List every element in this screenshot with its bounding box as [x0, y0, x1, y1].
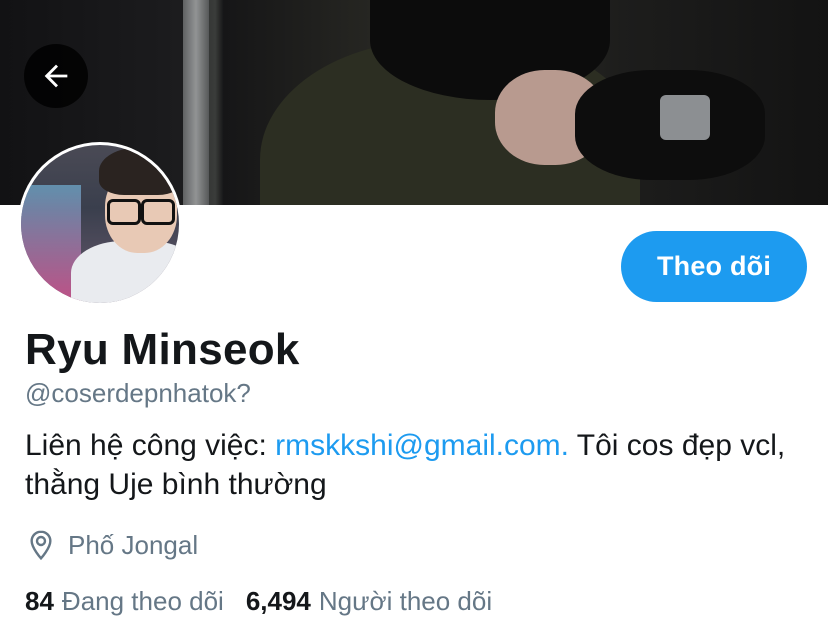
avatar-photo	[21, 145, 179, 303]
banner-pole	[183, 0, 209, 205]
bio-text-prefix: Liên hệ công việc:	[25, 429, 276, 462]
following-count: 84	[25, 586, 54, 616]
arrow-left-icon	[44, 64, 68, 88]
following-label: Đang theo dõi	[61, 586, 224, 616]
map-pin-icon	[30, 530, 52, 561]
followers-stat[interactable]: 6,494 Người theo dõi	[246, 586, 492, 616]
banner-glove-plate	[660, 95, 710, 140]
profile-avatar[interactable]	[18, 142, 182, 306]
location-label: Phố Jongal	[68, 529, 199, 560]
profile-bio: Liên hệ công việc: rmskkshi@gmail.com. T…	[25, 426, 815, 504]
profile-stats: 84 Đang theo dõi 6,494 Người theo dõi	[25, 586, 492, 617]
back-button[interactable]	[24, 44, 88, 108]
follow-button[interactable]: Theo dõi	[621, 231, 807, 302]
profile-display-name: Ryu Minseok	[25, 325, 300, 374]
following-stat[interactable]: 84 Đang theo dõi	[25, 586, 224, 616]
profile-location: Phố Jongal	[25, 528, 198, 562]
followers-label: Người theo dõi	[318, 586, 493, 616]
profile-handle: @coserdepnhatok?	[25, 378, 251, 408]
bio-email-link[interactable]: rmskkshi@gmail.com.	[275, 429, 569, 462]
followers-count: 6,494	[245, 586, 311, 616]
